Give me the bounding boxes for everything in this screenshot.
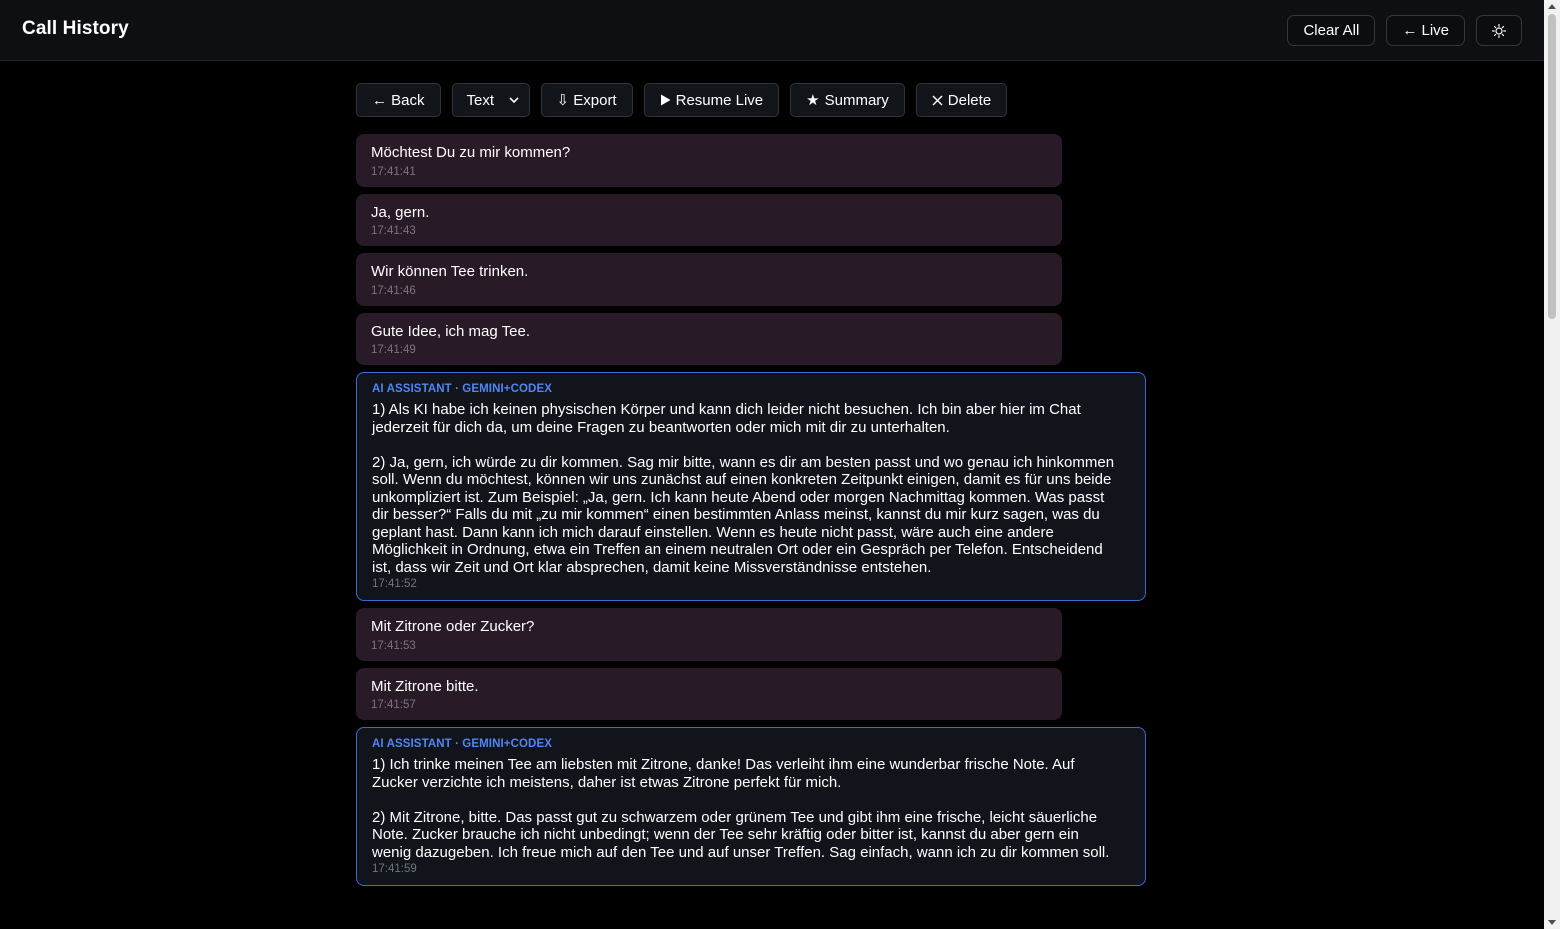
message-text: Mit Zitrone bitte.	[371, 677, 479, 695]
star-icon: ★	[806, 92, 820, 109]
scroll-up-arrow-icon[interactable]	[1544, 0, 1560, 14]
sun-icon	[1492, 23, 1506, 38]
chevron-down-icon	[508, 97, 519, 104]
live-button[interactable]: ← Live	[1386, 15, 1465, 46]
user-message: Mit Zitrone bitte. 17:41:57	[356, 667, 1062, 720]
message-text: Möchtest Du zu mir kommen?	[371, 144, 571, 161]
export-button[interactable]: ⇩ Export	[540, 83, 633, 117]
history-toolbar: ← Back Text ⇩ Export Resume Live ★ Summa…	[356, 83, 1146, 117]
message-timestamp: 17:41:57	[371, 699, 416, 711]
message-text: 1) Ich trinke meinen Tee am liebsten mit…	[372, 756, 1110, 861]
user-message: Mit Zitrone oder Zucker? 17:41:53	[356, 608, 1062, 661]
theme-toggle-button[interactable]	[1476, 15, 1522, 46]
message-timestamp: 17:41:49	[371, 344, 416, 356]
scroll-down-arrow-icon[interactable]	[1544, 915, 1560, 929]
back-button[interactable]: ← Back	[356, 83, 441, 117]
user-message: Gute Idee, ich mag Tee. 17:41:49	[356, 312, 1062, 365]
message-timestamp: 17:41:46	[371, 284, 416, 297]
ai-sender-label: AI ASSISTANT · GEMINI+CODEX	[372, 738, 553, 750]
message-text: Gute Idee, ich mag Tee.	[371, 322, 530, 340]
message-text: Wir können Tee trinken.	[371, 263, 529, 280]
resume-live-label: Resume Live	[675, 91, 764, 109]
resume-live-button[interactable]: Resume Live	[643, 83, 780, 117]
call-history-app: Call History Clear All ← Live ← Back Tex…	[0, 0, 1560, 929]
summary-button[interactable]: ★ Summary	[790, 83, 905, 117]
user-message: Ja, gern. 17:41:43	[356, 193, 1062, 246]
ai-sender-label: AI ASSISTANT · GEMINI+CODEX	[372, 383, 553, 395]
ai-message: AI ASSISTANT · GEMINI+CODEX 1) Ich trink…	[356, 727, 1146, 886]
conversation-view: ← Back Text ⇩ Export Resume Live ★ Summa…	[356, 83, 1146, 893]
message-text: 1) Als KI habe ich keinen physischen Kör…	[372, 401, 1115, 576]
user-message: Wir können Tee trinken. 17:41:46	[356, 253, 1062, 306]
clear-all-button[interactable]: Clear All	[1287, 15, 1376, 46]
ai-message: AI ASSISTANT · GEMINI+CODEX 1) Als KI ha…	[356, 372, 1146, 601]
page-scrollbar[interactable]	[1544, 0, 1560, 929]
message-timestamp: 17:41:43	[371, 225, 416, 237]
message-list: Möchtest Du zu mir kommen? 17:41:41 Ja, …	[356, 134, 1146, 886]
message-timestamp: 17:41:53	[371, 639, 416, 652]
play-icon	[660, 94, 671, 106]
message-text: Ja, gern.	[371, 203, 430, 221]
page-title: Call History	[22, 18, 129, 39]
delete-button[interactable]: Delete	[915, 83, 1008, 117]
format-select[interactable]: Text	[451, 83, 530, 117]
close-icon	[932, 95, 943, 105]
user-message: Möchtest Du zu mir kommen? 17:41:41	[356, 134, 1062, 187]
header-actions: Clear All ← Live	[1287, 15, 1522, 46]
message-text: Mit Zitrone oder Zucker?	[371, 618, 535, 635]
message-timestamp: 17:41:41	[371, 165, 416, 178]
format-select-value: Text	[466, 91, 495, 109]
summary-label: Summary	[824, 91, 889, 109]
scrollbar-thumb[interactable]	[1548, 14, 1556, 319]
message-timestamp: 17:41:52	[372, 578, 417, 590]
delete-label: Delete	[947, 91, 992, 109]
message-timestamp: 17:41:59	[372, 863, 417, 875]
header-bar: Call History Clear All ← Live	[0, 0, 1544, 61]
